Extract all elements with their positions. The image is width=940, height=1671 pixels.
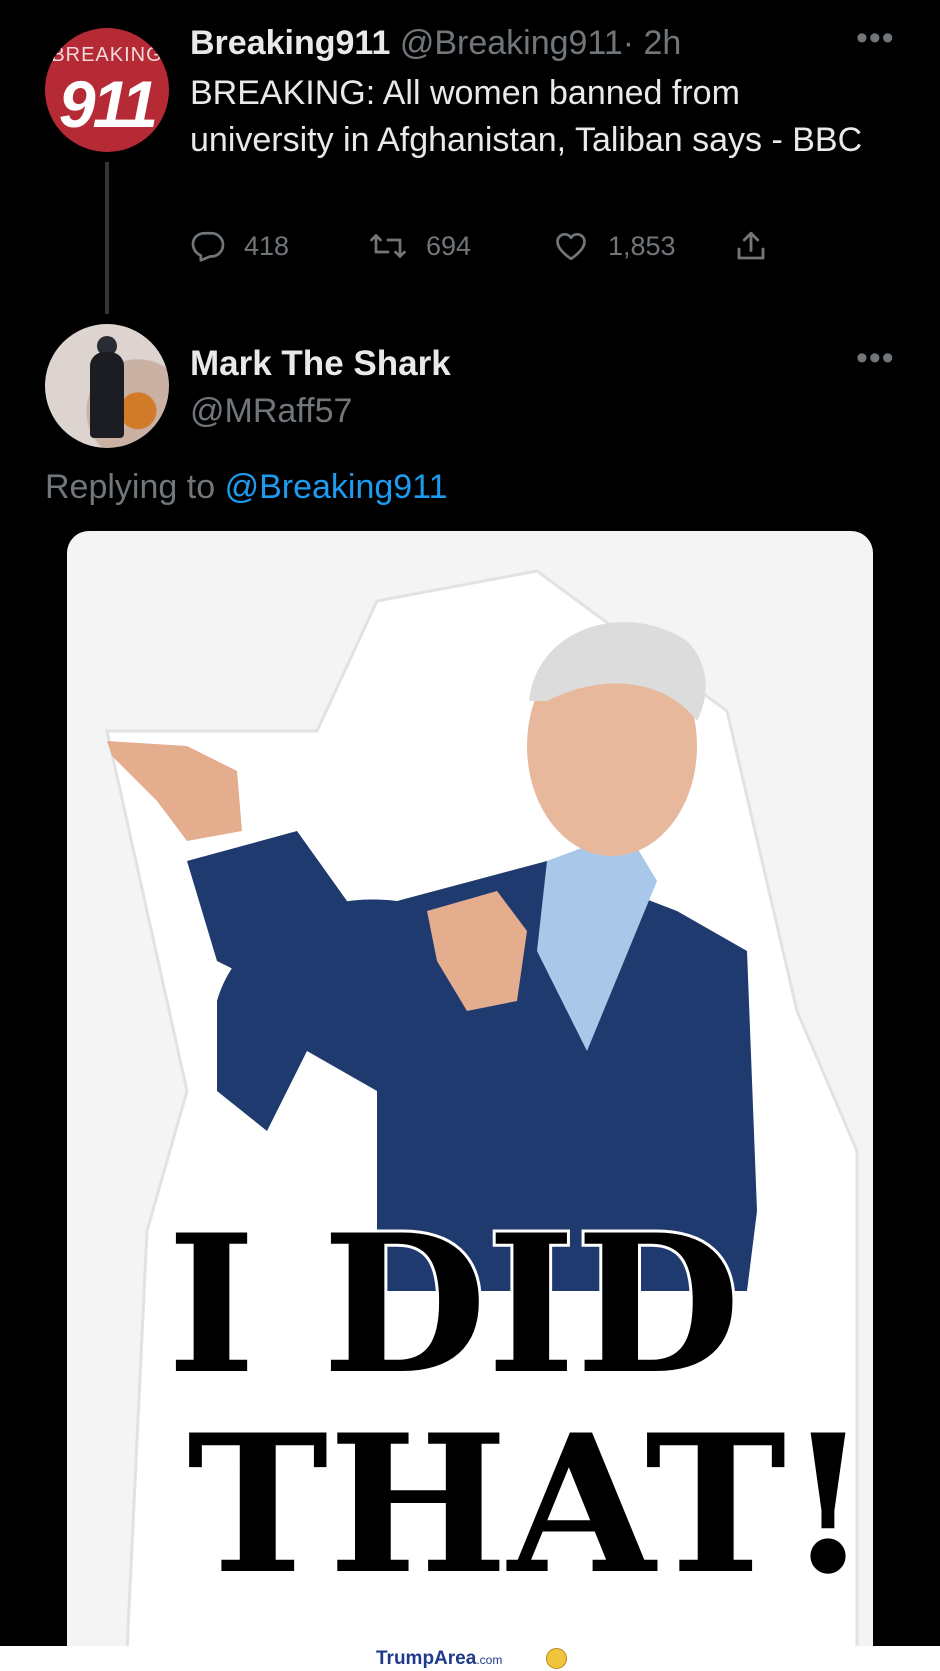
more-icon[interactable]: •••	[856, 341, 895, 375]
meme-sticker-illustration: I DID THAT!	[105, 569, 873, 1651]
tweet-actions-bar: 418 694 1,853	[0, 228, 940, 268]
share-button[interactable]	[733, 228, 769, 264]
watermark-footer: TrumpArea.com	[0, 1646, 940, 1671]
retweet-count: 694	[426, 230, 472, 261]
watermark-brand-main: TrumpArea	[376, 1648, 477, 1669]
original-tweet-header: Breaking911 @Breaking911· 2h	[190, 24, 681, 63]
original-tweet-text: BREAKING: All women banned from universi…	[190, 74, 863, 159]
avatar-figure-body	[90, 352, 124, 438]
watermark-logo-icon	[546, 1648, 567, 1669]
avatar-text-number: 911	[58, 67, 158, 141]
tweet-time[interactable]: · 2h	[623, 24, 682, 62]
reply-button[interactable]: 418	[190, 228, 289, 264]
like-count: 1,853	[608, 230, 676, 261]
reply-author-name[interactable]: Mark The Shark	[190, 344, 451, 384]
replying-prefix: Replying to	[45, 468, 216, 506]
meme-caption-line2: THAT!	[187, 1393, 870, 1616]
breaking911-avatar[interactable]: BREAKING 911	[45, 28, 169, 152]
reply-icon	[191, 231, 225, 262]
retweet-button[interactable]: 694	[368, 228, 471, 264]
replying-handle-link[interactable]: @Breaking911	[225, 468, 448, 506]
watermark-brand-tld: .com	[476, 1653, 503, 1667]
reply-count: 418	[244, 230, 290, 261]
replying-to-line: Replying to @Breaking911	[45, 468, 447, 507]
mark-the-shark-avatar[interactable]	[45, 324, 169, 448]
reply-author-handle[interactable]: @MRaff57	[190, 392, 352, 431]
retweet-icon	[370, 234, 406, 258]
watermark-brand: TrumpArea.com	[376, 1648, 502, 1670]
avatar-text-top: BREAKING	[51, 44, 163, 66]
like-icon	[556, 232, 586, 261]
author-handle[interactable]: @Breaking911	[400, 24, 623, 62]
reply-media-image[interactable]: I DID THAT!	[67, 531, 873, 1651]
author-name[interactable]: Breaking911	[190, 24, 390, 62]
share-icon	[737, 231, 765, 260]
like-button[interactable]: 1,853	[552, 228, 676, 264]
meme-caption-line1: I DID	[167, 1193, 740, 1416]
more-icon[interactable]: •••	[856, 21, 895, 55]
